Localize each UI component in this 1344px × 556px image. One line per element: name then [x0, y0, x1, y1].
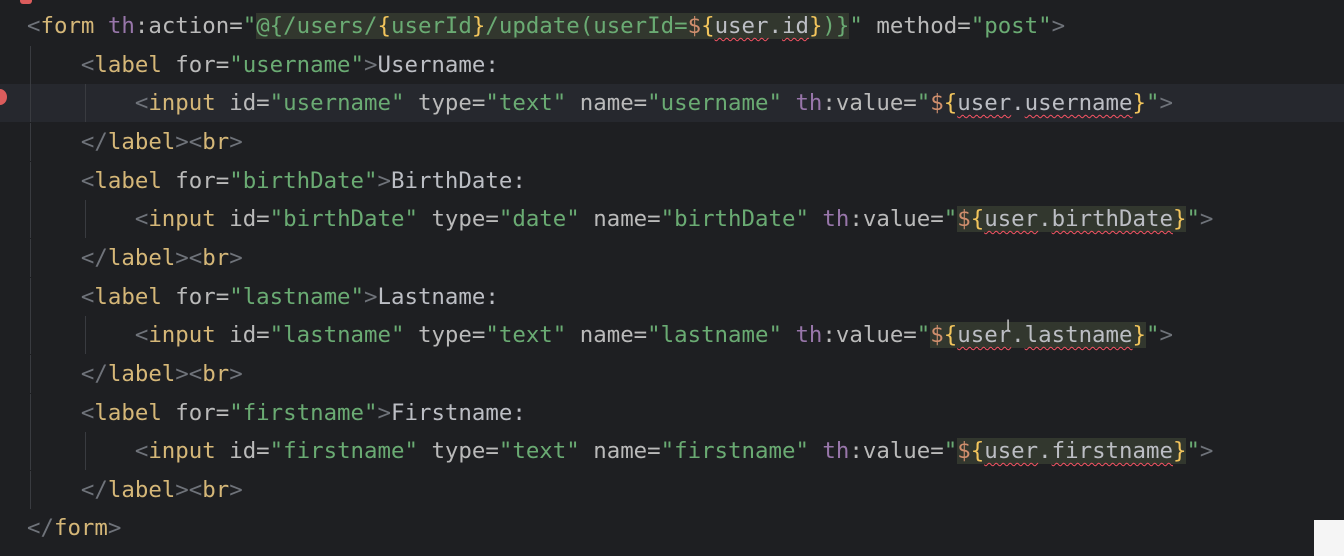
- code-line-3[interactable]: <input id="username" type="text" name="u…: [0, 84, 1344, 122]
- line-content: <label for="firstname">Firstname:: [80, 400, 526, 426]
- code-line-12[interactable]: <input id="firstname" type="text" name="…: [0, 432, 1344, 470]
- code-line-7[interactable]: </label><br>: [0, 239, 1344, 277]
- line-content: </label><br>: [80, 245, 243, 271]
- line-content: <input id="lastname" type="text" name="l…: [134, 322, 1173, 348]
- code-line-10[interactable]: </label><br>: [0, 355, 1344, 393]
- code-line-1[interactable]: <form th:action="@{/users/{userId}/updat…: [0, 7, 1344, 45]
- line-content: </label><br>: [80, 477, 243, 503]
- line-content: <form th:action="@{/users/{userId}/updat…: [27, 13, 1066, 39]
- code-line-2[interactable]: <label for="username">Username:: [0, 46, 1344, 84]
- code-line-5[interactable]: <label for="birthDate">BirthDate:: [0, 162, 1344, 200]
- line-content: <label for="birthDate">BirthDate:: [80, 168, 526, 194]
- code-line-6[interactable]: <input id="birthDate" type="date" name="…: [0, 200, 1344, 238]
- error-stripe-marker: [20, 0, 32, 4]
- line-content: <label for="lastname">Lastname:: [80, 284, 499, 310]
- line-content: </label><br>: [80, 129, 243, 155]
- window-corner: [1314, 520, 1344, 556]
- line-content: <input id="username" type="text" name="u…: [134, 90, 1173, 116]
- code-editor[interactable]: <form th:action="@{/users/{userId}/updat…: [0, 0, 1344, 556]
- code-line-11[interactable]: <label for="firstname">Firstname:: [0, 394, 1344, 432]
- code-line-8[interactable]: <label for="lastname">Lastname:: [0, 278, 1344, 316]
- line-content: <input id="birthDate" type="date" name="…: [134, 206, 1214, 232]
- text-cursor-icon: I: [1006, 318, 1011, 334]
- line-content: <label for="username">Username:: [80, 52, 499, 78]
- code-line-14[interactable]: </form>: [0, 509, 1344, 547]
- code-line-9[interactable]: <input id="lastname" type="text" name="l…: [0, 316, 1344, 354]
- code-line-13[interactable]: </label><br>: [0, 471, 1344, 509]
- line-content: </label><br>: [80, 361, 243, 387]
- line-content: <input id="firstname" type="text" name="…: [134, 438, 1214, 464]
- code-line-4[interactable]: </label><br>: [0, 123, 1344, 161]
- line-content: </form>: [27, 515, 122, 541]
